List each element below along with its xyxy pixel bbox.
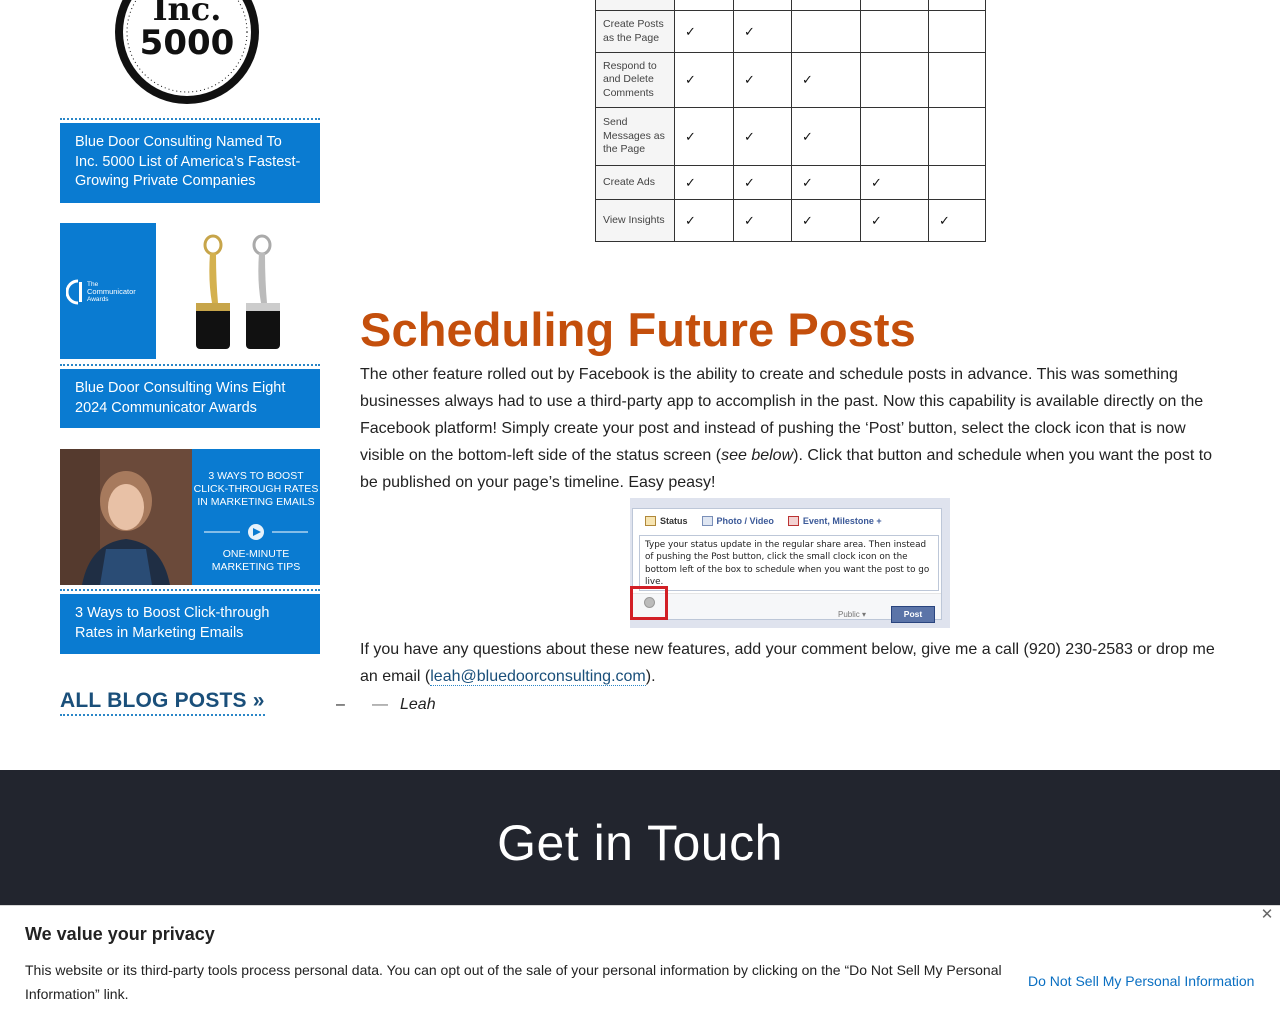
checkmark-icon: ✓ (802, 174, 813, 190)
footer-title: Get in Touch (497, 815, 783, 871)
table-row (595, 0, 986, 11)
table-cell: ✓ (674, 107, 734, 166)
close-icon[interactable]: ✕ (1259, 907, 1275, 923)
fb-public-dropdown: Public ▾ (838, 610, 867, 619)
checkmark-icon: ✓ (744, 23, 755, 39)
checkmark-icon: ✓ (685, 174, 696, 190)
fb-tab-status: Status (645, 516, 688, 526)
table-cell (860, 10, 929, 53)
fb-status-text: Type your status update in the regular s… (639, 535, 939, 591)
inc-logo-number: 5000 (140, 23, 235, 63)
article-heading: Scheduling Future Posts (360, 303, 916, 356)
fb-tab-photo-video: Photo / Video (701, 516, 774, 526)
checkmark-icon: ✓ (744, 174, 755, 190)
checkmark-icon: ✓ (744, 128, 755, 144)
promo-link-inc-5000[interactable]: Blue Door Consulting Named To Inc. 5000 … (60, 123, 320, 203)
table-row-label: Respond to and Delete Comments (595, 52, 675, 108)
table-row-label: Create Posts as the Page (595, 10, 675, 53)
table-cell: ✓ (733, 52, 792, 108)
checkmark-icon: ✓ (744, 212, 755, 228)
all-blog-posts-link[interactable]: ALL BLOG POSTS » (60, 688, 265, 716)
svg-text:ONE-MINUTE: ONE-MINUTE (223, 548, 290, 560)
inc-5000-logo: Inc. 5000 PRIVATE COMPANIES (113, 0, 261, 106)
table-cell: ✓ (860, 165, 929, 200)
checkmark-icon: ✓ (685, 23, 696, 39)
table-cell (860, 107, 929, 166)
svg-text:3 WAYS TO BOOST: 3 WAYS TO BOOST (208, 470, 304, 482)
communicator-awards-logo: The Communicator Awards (66, 279, 136, 305)
divider (60, 364, 320, 366)
table-cell (928, 10, 986, 53)
communicator-awards-image: The Communicator Awards (60, 223, 320, 359)
table-cell: ✓ (791, 165, 861, 200)
do-not-sell-link[interactable]: Do Not Sell My Personal Information (1028, 973, 1254, 989)
table-cell: ✓ (674, 10, 734, 53)
privacy-banner: We value your privacy This website or it… (0, 905, 1280, 1024)
checkmark-icon: ✓ (802, 72, 813, 87)
svg-text:MARKETING TIPS: MARKETING TIPS (212, 561, 301, 573)
table-row: Send Messages as the Page ✓ ✓ ✓ (595, 107, 986, 166)
checkmark-icon: ✓ (685, 72, 696, 87)
checkmark-icon: ✓ (744, 72, 755, 87)
promo-link-click-through-rates[interactable]: 3 Ways to Boost Click-through Rates in M… (60, 594, 320, 654)
table-row-label: Create Ads (595, 165, 675, 200)
table-cell: ✓ (928, 199, 986, 242)
privacy-title: We value your privacy (25, 924, 215, 944)
table-cell (791, 10, 861, 53)
table-cell (928, 52, 986, 108)
article-paragraph-contact: If you have any questions about these ne… (360, 641, 1215, 686)
svg-text:Awards: Awards (87, 296, 109, 303)
svg-text:IN MARKETING EMAILS: IN MARKETING EMAILS (197, 496, 314, 508)
table-cell: ✓ (733, 199, 792, 242)
emphasis-see-below: see below (721, 447, 794, 464)
table-cell: ✓ (674, 165, 734, 200)
divider (60, 118, 320, 120)
svg-text:CLICK-THROUGH RATES: CLICK-THROUGH RATES (194, 483, 319, 495)
promo-link-communicator-awards[interactable]: Blue Door Consulting Wins Eight 2024 Com… (60, 369, 320, 428)
table-cell: ✓ (733, 165, 792, 200)
facebook-status-screenshot: Status Photo / Video Event, Milestone + … (630, 498, 950, 628)
table-cell: ✓ (733, 107, 792, 166)
table-row: Respond to and Delete Comments ✓ ✓ ✓ (595, 52, 986, 108)
table-cell (928, 165, 986, 200)
email-link[interactable]: leah@bluedoorconsulting.com (430, 668, 646, 686)
table-cell: ✓ (860, 199, 929, 242)
article-paragraph-scheduling: The other feature rolled out by Facebook… (360, 366, 1213, 491)
table-row-label: Send Messages as the Page (595, 107, 675, 166)
table-row: Create Posts as the Page ✓ ✓ (595, 10, 986, 53)
table-cell: ✓ (791, 107, 861, 166)
table-cell: ✓ (791, 199, 861, 242)
signature-dash: – (336, 696, 345, 713)
table-row: View Insights ✓ ✓ ✓ ✓ ✓ (595, 199, 986, 242)
signature: — Leah (372, 696, 436, 713)
fb-tab-event-milestone: Event, Milestone + (787, 516, 882, 526)
table-cell: ✓ (674, 199, 734, 242)
checkmark-icon: ✓ (871, 174, 882, 190)
page-roles-permission-table: Create Posts as the Page ✓ ✓ Respond to and… (595, 0, 986, 242)
video-thumbnail[interactable]: 3 WAYS TO BOOST CLICK-THROUGH RATES IN M… (60, 449, 320, 585)
table-cell (860, 52, 929, 108)
fb-post-button: Post (891, 606, 935, 623)
svg-text:Communicator: Communicator (87, 287, 136, 296)
checkmark-icon: ✓ (871, 212, 882, 228)
checkmark-icon: ✓ (685, 212, 696, 228)
table-cell: ✓ (791, 52, 861, 108)
trophy-statues-image (196, 234, 280, 349)
divider (60, 589, 320, 591)
checkmark-icon: ✓ (802, 128, 813, 144)
checkmark-icon: ✓ (685, 128, 696, 144)
privacy-text: This website or its third-party tools pr… (25, 962, 1002, 1002)
checkmark-icon: ✓ (802, 212, 813, 228)
table-row: Create Ads ✓ ✓ ✓ ✓ (595, 165, 986, 200)
checkmark-icon: ✓ (939, 212, 950, 228)
table-row-label: View Insights (595, 199, 675, 242)
table-cell (928, 107, 986, 166)
table-cell: ✓ (733, 10, 792, 53)
clock-highlight-box (630, 586, 668, 620)
table-cell: ✓ (674, 52, 734, 108)
